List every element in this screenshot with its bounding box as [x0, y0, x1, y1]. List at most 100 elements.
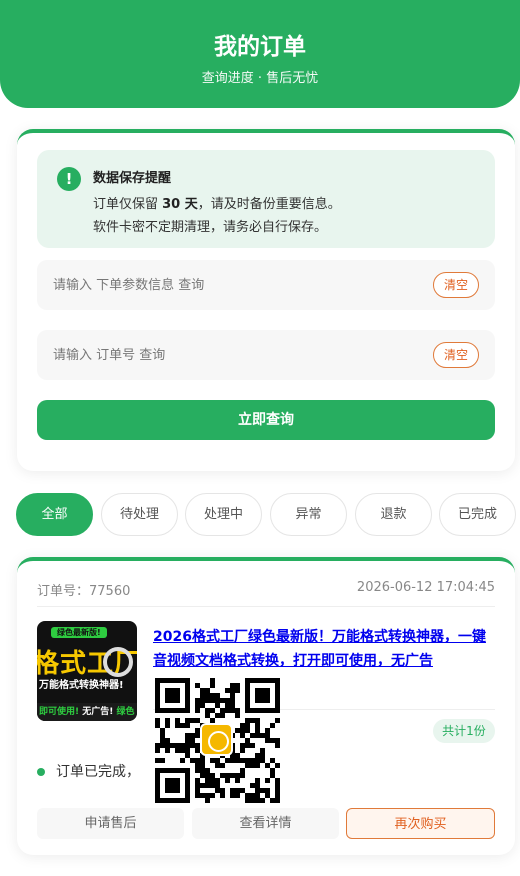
- qr-module: [210, 773, 215, 778]
- qr-code-icon: [155, 678, 280, 803]
- qr-module: [235, 788, 240, 793]
- qr-module: [275, 738, 280, 743]
- qr-module: [270, 723, 275, 728]
- qr-module: [200, 698, 205, 703]
- qr-module: [220, 713, 225, 718]
- qr-module: [160, 743, 165, 748]
- apply-after-sale-button[interactable]: 申请售后: [37, 808, 184, 839]
- qr-module: [195, 718, 200, 723]
- page-subtitle: 查询进度 · 售后无忧: [201, 71, 319, 86]
- qr-module: [240, 748, 245, 753]
- thumbnail-foot-left: 即可使用!: [39, 707, 80, 717]
- quantity-badge: 共计1份: [433, 719, 495, 743]
- status-filter-tabs: 全部 待处理 处理中 异常 退款 已完成: [16, 493, 520, 536]
- qr-module: [195, 683, 200, 688]
- qr-module: [200, 783, 205, 788]
- qr-module: [200, 773, 205, 778]
- qr-module: [170, 743, 175, 748]
- qr-module: [185, 718, 190, 723]
- qr-module: [230, 688, 235, 693]
- qr-module: [215, 758, 220, 763]
- params-search-input[interactable]: [53, 260, 413, 310]
- qr-module: [230, 693, 235, 698]
- tab-abnormal[interactable]: 异常: [270, 493, 347, 536]
- qr-module: [155, 758, 160, 763]
- qr-module: [185, 723, 190, 728]
- qr-module: [230, 788, 235, 793]
- qr-module: [250, 783, 255, 788]
- qr-module: [235, 773, 240, 778]
- qr-module: [200, 688, 205, 693]
- qr-module: [195, 788, 200, 793]
- qr-module: [230, 703, 235, 708]
- tab-processing[interactable]: 处理中: [185, 493, 262, 536]
- order-no-search-row: 清空: [37, 330, 495, 380]
- qr-module: [235, 728, 240, 733]
- qr-module: [245, 793, 250, 798]
- qr-module: [205, 798, 210, 803]
- notice-line-2: 软件卡密不定期清理，请务必自行保存。: [93, 220, 328, 235]
- qr-module: [190, 743, 195, 748]
- divider: [37, 606, 495, 607]
- product-thumbnail[interactable]: 绿色最新版! 格式工厂 万能格式转换神器! 即可使用! 无广告! 绿色: [37, 621, 137, 721]
- tab-completed[interactable]: 已完成: [439, 493, 516, 536]
- qr-module: [155, 723, 160, 728]
- qr-module: [230, 708, 235, 713]
- qr-module: [200, 793, 205, 798]
- qr-module: [215, 698, 220, 703]
- params-search-row: 清空: [37, 260, 495, 310]
- qr-module: [195, 758, 200, 763]
- qr-module: [195, 768, 200, 773]
- qr-module: [200, 703, 205, 708]
- tab-pending[interactable]: 待处理: [101, 493, 178, 536]
- qr-module: [175, 748, 180, 753]
- submit-query-button[interactable]: 立即查询: [37, 400, 495, 440]
- qr-module: [245, 723, 250, 728]
- qr-module: [250, 758, 255, 763]
- qr-module: [225, 688, 230, 693]
- qr-module: [220, 788, 225, 793]
- order-time: 2026-06-12 17:04:45: [356, 580, 495, 595]
- tab-all[interactable]: 全部: [16, 493, 93, 536]
- product-title-link[interactable]: 2026格式工厂绿色最新版！万能格式转换神器，一键音视频文档格式转换，打开即可使…: [153, 625, 495, 673]
- qr-module: [215, 713, 220, 718]
- qr-module: [210, 683, 215, 688]
- order-no-search-input[interactable]: [53, 330, 413, 380]
- tab-refund[interactable]: 退款: [355, 493, 432, 536]
- qr-module: [240, 743, 245, 748]
- params-clear-button[interactable]: 清空: [433, 272, 479, 298]
- qr-module: [190, 758, 195, 763]
- qr-module: [195, 783, 200, 788]
- qr-module: [245, 758, 250, 763]
- rebuy-button[interactable]: 再次购买: [346, 808, 495, 839]
- qr-module: [200, 763, 205, 768]
- qr-module: [260, 753, 265, 758]
- qr-module: [175, 718, 180, 723]
- qr-module: [265, 763, 270, 768]
- qr-module: [235, 778, 240, 783]
- qr-module: [255, 778, 260, 783]
- qr-module: [210, 698, 215, 703]
- qr-module: [255, 728, 260, 733]
- notice-line-1-before: 订单仅保留: [93, 197, 163, 212]
- qr-module: [275, 798, 280, 803]
- qr-module: [180, 723, 185, 728]
- qr-module: [230, 698, 235, 703]
- qr-module: [155, 748, 160, 753]
- view-details-button[interactable]: 查看详情: [192, 808, 339, 839]
- qr-module: [230, 793, 235, 798]
- order-status-text: 订单已完成，: [56, 764, 140, 780]
- qr-module: [260, 758, 265, 763]
- qr-module: [160, 738, 165, 743]
- qr-module: [215, 783, 220, 788]
- qr-module: [230, 758, 235, 763]
- qr-module: [215, 788, 220, 793]
- qr-module: [225, 703, 230, 708]
- qr-module: [260, 798, 265, 803]
- qr-module: [255, 798, 260, 803]
- qr-module: [210, 758, 215, 763]
- qr-module: [270, 738, 275, 743]
- order-no-clear-button[interactable]: 清空: [433, 342, 479, 368]
- qr-module: [165, 748, 170, 753]
- qr-module: [195, 793, 200, 798]
